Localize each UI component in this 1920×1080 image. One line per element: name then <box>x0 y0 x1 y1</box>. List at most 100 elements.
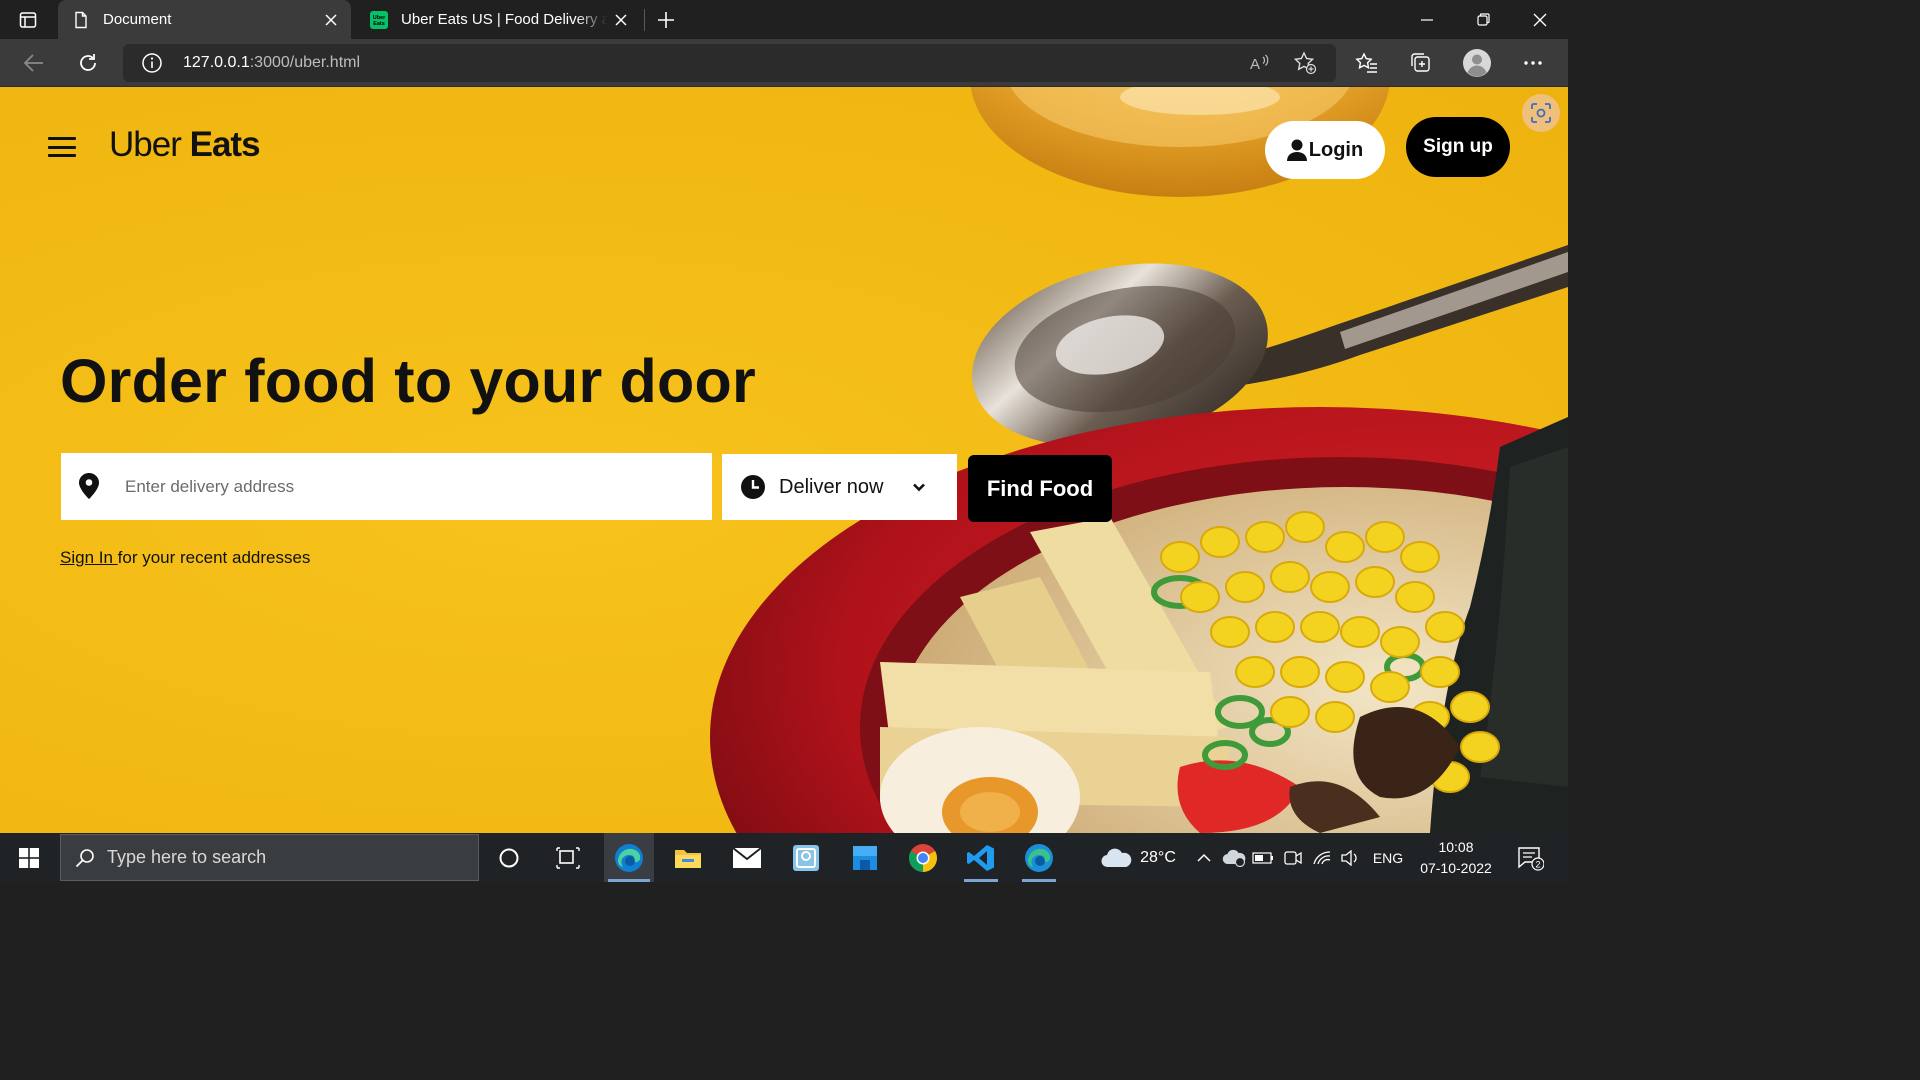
minimize-button[interactable] <box>1399 0 1455 39</box>
signin-link[interactable]: Sign In <box>60 548 118 567</box>
signup-button[interactable]: Sign up <box>1406 117 1510 177</box>
restore-button[interactable] <box>1455 0 1511 39</box>
corn-kernel <box>1425 611 1465 643</box>
corn-kernel <box>1235 656 1275 688</box>
login-button[interactable]: Login <box>1265 121 1385 179</box>
deliver-now-label: Deliver now <box>779 475 884 498</box>
meet-now-tray-icon[interactable] <box>1280 833 1306 882</box>
uber-eats-logo[interactable]: Uber Eats <box>109 125 261 165</box>
add-favorite-icon[interactable] <box>1293 51 1317 75</box>
photos-button[interactable] <box>781 833 831 882</box>
notifications-button[interactable]: 2 <box>1510 833 1550 882</box>
signup-label: Sign up <box>1423 136 1493 157</box>
file-explorer-button[interactable] <box>663 833 713 882</box>
close-tab-icon[interactable] <box>317 6 345 34</box>
info-icon[interactable] <box>141 52 163 74</box>
corn-kernel <box>1270 696 1310 728</box>
address-bar[interactable]: 127.0.0.1:3000/uber.html A <box>123 44 1336 82</box>
chrome-button[interactable] <box>898 833 948 882</box>
tab-divider <box>644 9 645 31</box>
svg-text:Eats: Eats <box>373 21 385 27</box>
tab-strip: Document Uber Eats Uber Eats US | Food De… <box>0 0 1568 39</box>
tab-uber-eats[interactable]: UberEats Uber Eats US | Food Delivery an… <box>356 0 641 39</box>
url-host: 127.0.0.1 <box>183 54 250 71</box>
corn-kernel <box>1270 561 1310 593</box>
favorites-button[interactable] <box>1351 47 1383 79</box>
language-indicator[interactable]: ENG <box>1368 833 1408 882</box>
user-icon <box>1286 139 1307 161</box>
cortana-icon <box>499 848 519 867</box>
visual-search-button[interactable] <box>1522 94 1560 132</box>
corn-kernel <box>1245 521 1285 553</box>
minimize-icon <box>1421 18 1433 21</box>
tab-document[interactable]: Document <box>58 0 351 39</box>
onedrive-tray-icon[interactable] <box>1220 833 1248 882</box>
corn-kernel <box>1430 761 1470 793</box>
corn-kernel <box>1380 626 1420 658</box>
task-view-button[interactable] <box>543 833 593 882</box>
corn-kernel <box>1370 671 1410 703</box>
corn-kernel <box>1395 581 1435 613</box>
start-button[interactable] <box>0 833 58 882</box>
more-options-button[interactable] <box>1517 47 1549 79</box>
battery-icon <box>1252 851 1273 864</box>
corn-kernel <box>1180 581 1220 613</box>
notification-icon: 2 <box>1518 846 1544 871</box>
menu-button[interactable] <box>48 135 76 159</box>
url-path: :3000/uber.html <box>249 54 361 71</box>
store-button[interactable] <box>840 833 890 882</box>
taskbar-search-box[interactable]: Type here to search <box>60 834 479 881</box>
edge-taskbar-button[interactable] <box>604 833 654 882</box>
logo-eats: Eats <box>189 125 261 164</box>
battery-tray-icon[interactable] <box>1250 833 1276 882</box>
corn-kernel <box>1325 661 1365 693</box>
vscode-icon <box>967 844 994 871</box>
scan-icon <box>1531 103 1551 123</box>
system-clock[interactable]: 10:08 07-10-2022 <box>1410 837 1502 879</box>
profile-button[interactable] <box>1461 47 1493 79</box>
back-button[interactable] <box>18 47 50 79</box>
task-view-icon <box>556 846 580 869</box>
weather-temp: 28°C <box>1140 848 1176 866</box>
close-tab-icon[interactable] <box>607 6 635 34</box>
volume-tray-icon[interactable] <box>1337 833 1363 882</box>
corn-kernel <box>1325 531 1365 563</box>
photos-icon <box>793 844 819 871</box>
network-tray-icon[interactable] <box>1309 833 1335 882</box>
hero-title: Order food to your door <box>60 347 756 415</box>
more-icon <box>1524 61 1542 65</box>
weather-widget[interactable]: 28°C <box>1096 833 1180 882</box>
speaker-icon <box>1341 849 1357 866</box>
corn-kernel <box>1365 521 1405 553</box>
new-tab-button[interactable] <box>652 6 680 34</box>
profile-avatar-icon <box>1463 49 1491 77</box>
read-aloud-icon[interactable]: A <box>1248 51 1272 75</box>
uber-eats-favicon-icon: UberEats <box>370 10 388 29</box>
edge-dev-button[interactable] <box>1014 833 1064 882</box>
collections-button[interactable] <box>1405 47 1437 79</box>
windows-taskbar: Type here to search 28°C ENG 10:08 07-10… <box>0 833 1568 882</box>
corn-kernel <box>1400 541 1440 573</box>
tab-actions-button[interactable] <box>8 8 48 32</box>
delivery-address-box[interactable] <box>61 453 712 520</box>
delivery-address-input[interactable] <box>125 453 695 520</box>
corn-kernel <box>1310 571 1350 603</box>
chevron-down-icon <box>913 483 925 492</box>
uber-eats-page: Uber Eats Login Sign up Order food to yo… <box>0 87 1568 833</box>
restore-icon <box>1476 13 1490 26</box>
location-pin-icon <box>79 473 99 499</box>
close-window-button[interactable] <box>1512 0 1568 39</box>
document-icon <box>75 11 87 28</box>
deliver-time-dropdown[interactable]: Deliver now <box>722 454 957 520</box>
cortana-button[interactable] <box>484 833 534 882</box>
corn-kernel <box>1210 616 1250 648</box>
corn-kernel <box>1460 731 1500 763</box>
find-food-button[interactable]: Find Food <box>968 455 1112 522</box>
corn-kernel <box>1160 541 1200 573</box>
mail-button[interactable] <box>722 833 772 882</box>
tab-actions-icon <box>19 12 37 28</box>
refresh-button[interactable] <box>72 47 104 79</box>
show-hidden-icons-button[interactable] <box>1192 833 1216 882</box>
vscode-button[interactable] <box>956 833 1006 882</box>
url-text[interactable]: 127.0.0.1:3000/uber.html <box>183 44 360 82</box>
